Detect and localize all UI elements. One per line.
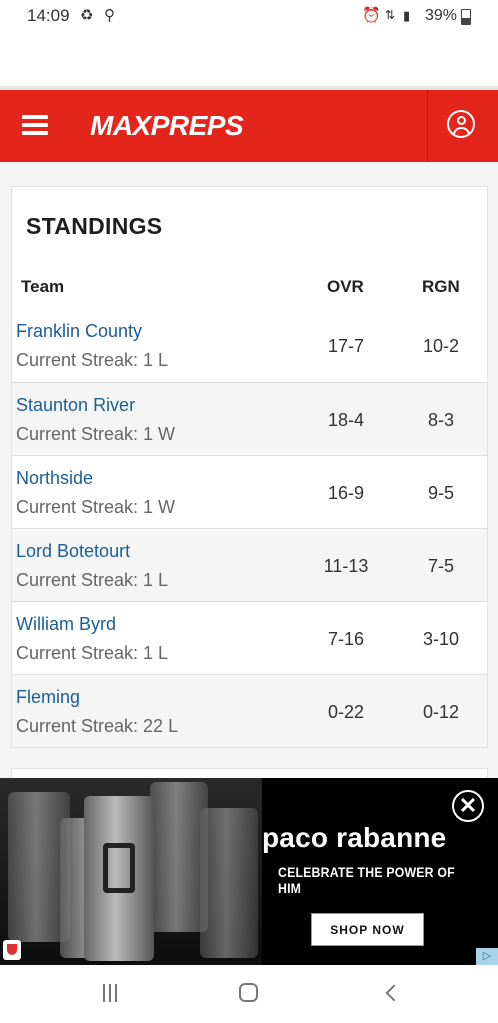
browser-blank-area (0, 34, 498, 86)
notification-icon: ♻ (80, 7, 94, 24)
team-link[interactable]: William Byrd (16, 614, 116, 635)
battery-percent: 39% (425, 7, 458, 24)
table-row: William Byrd Current Streak: 1 L 7-16 3-… (12, 601, 487, 674)
location-icon: ⚲ (104, 7, 115, 24)
overall-record: 11-13 (323, 556, 369, 576)
user-account-icon[interactable] (447, 110, 475, 138)
overall-record: 0-22 (327, 702, 365, 722)
region-record: 8-3 (427, 410, 454, 430)
team-streak: Current Streak: 1 L (16, 643, 169, 663)
team-link[interactable]: Lord Botetourt (16, 541, 130, 562)
close-ad-icon[interactable]: ✕ (452, 790, 484, 822)
back-icon[interactable] (383, 984, 401, 1002)
region-record: 10-2 (422, 336, 460, 356)
team-streak: Current Streak: 1 W (16, 424, 176, 444)
battery-icon (461, 9, 471, 25)
column-header-team: Team (21, 277, 65, 296)
ad-tagline: CELEBRATE THE POWER OF HIM (278, 864, 455, 896)
standings-card: STANDINGS Team OVR RGN Franklin County C… (11, 186, 488, 748)
shop-now-button[interactable]: SHOP NOW (311, 913, 424, 946)
home-icon[interactable] (239, 983, 258, 1002)
team-link[interactable]: Staunton River (16, 395, 135, 416)
table-row: Franklin County Current Streak: 1 L 17-7… (12, 309, 487, 382)
overall-record: 16-9 (327, 483, 365, 503)
status-bar: 14:09 ♻ ⚲ ⏰ ⇅ ▮ 39% (0, 0, 498, 34)
table-row: Staunton River Current Streak: 1 W 18-4 … (12, 382, 487, 455)
adchoices-icon[interactable]: ▷ (476, 948, 498, 965)
region-record: 0-12 (422, 702, 460, 722)
region-record: 9-5 (427, 483, 454, 503)
team-link[interactable]: Franklin County (16, 321, 142, 342)
header-divider (427, 90, 428, 162)
alarm-icon: ⏰ (362, 7, 381, 24)
maxpreps-logo[interactable]: MAXPREPS (90, 104, 244, 148)
hamburger-menu-icon[interactable] (22, 114, 50, 136)
signal-icon: ▮ (403, 8, 411, 23)
overall-record: 17-7 (327, 336, 365, 356)
region-record: 7-5 (427, 556, 454, 576)
network-icon: ⇅ (385, 8, 396, 22)
team-link[interactable]: Fleming (16, 687, 80, 708)
status-time: 14:09 (27, 6, 70, 25)
column-header-rgn: RGN (422, 277, 460, 296)
column-header-ovr: OVR (327, 277, 364, 296)
ad-brand[interactable]: paco rabanne (262, 822, 446, 854)
table-row: Northside Current Streak: 1 W 16-9 9-5 (12, 455, 487, 528)
ad-product-image[interactable] (0, 778, 262, 965)
standings-title: STANDINGS (26, 213, 163, 239)
ad-banner[interactable]: paco rabanne CELEBRATE THE POWER OF HIM … (0, 778, 498, 965)
team-streak: Current Streak: 22 L (16, 716, 179, 736)
region-record: 3-10 (422, 629, 460, 649)
ad-badge-icon (3, 940, 21, 960)
team-link[interactable]: Northside (16, 468, 93, 489)
system-nav-bar (0, 965, 498, 1023)
overall-record: 18-4 (327, 410, 365, 430)
site-header: MAXPREPS (0, 90, 498, 162)
team-streak: Current Streak: 1 L (16, 350, 169, 370)
table-row: Fleming Current Streak: 22 L 0-22 0-12 (12, 674, 487, 747)
table-row: Lord Botetourt Current Streak: 1 L 11-13… (12, 528, 487, 601)
team-streak: Current Streak: 1 L (16, 570, 169, 590)
recent-apps-icon[interactable] (101, 984, 119, 1002)
team-streak: Current Streak: 1 W (16, 497, 176, 517)
overall-record: 7-16 (327, 629, 365, 649)
